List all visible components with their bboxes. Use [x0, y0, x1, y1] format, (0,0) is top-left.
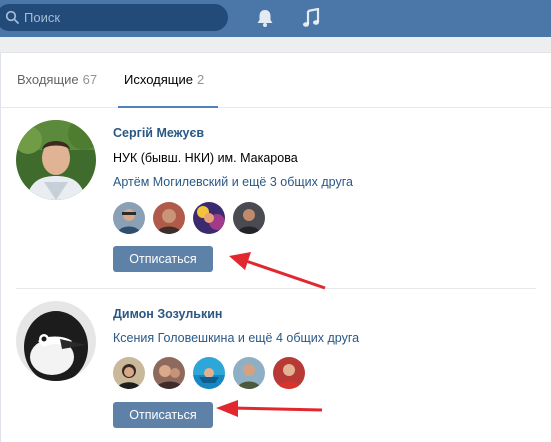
tab-incoming-label: Входящие: [17, 72, 79, 87]
avatar[interactable]: [16, 301, 96, 381]
search-input[interactable]: Поиск: [0, 4, 228, 31]
friend-avatar[interactable]: [153, 202, 185, 234]
tab-outgoing[interactable]: Исходящие 2: [124, 72, 204, 87]
music-icon[interactable]: [302, 8, 320, 28]
friend-avatar[interactable]: [193, 357, 225, 389]
search-icon: [5, 10, 19, 24]
mutual-friends-link[interactable]: Ксения Головешкина и ещё 4 общих друга: [113, 331, 359, 345]
top-bar: Поиск: [0, 0, 551, 37]
friend-avatar[interactable]: [233, 202, 265, 234]
friend-avatar[interactable]: [273, 357, 305, 389]
annotation-arrow: [216, 400, 323, 417]
tab-outgoing-label: Исходящие: [124, 72, 193, 87]
mutual-friends-link[interactable]: Артём Могилевский и ещё 3 общих друга: [113, 175, 353, 189]
tabs-bar: Входящие 67 Исходящие 2: [0, 52, 551, 108]
friend-avatar[interactable]: [153, 357, 185, 389]
annotation-arrow: [229, 252, 326, 290]
search-placeholder: Поиск: [24, 10, 61, 25]
unsubscribe-button[interactable]: Отписаться: [113, 402, 213, 428]
tab-outgoing-count: 2: [196, 72, 205, 87]
person-info: НУК (бывш. НКИ) им. Макарова: [113, 151, 298, 165]
avatar-photo: [16, 120, 96, 200]
avatar-photo: [16, 301, 96, 381]
avatar[interactable]: [16, 120, 96, 200]
person-name[interactable]: Димон Зозулькин: [113, 307, 222, 321]
tab-incoming[interactable]: Входящие 67: [17, 72, 97, 87]
tab-incoming-count: 67: [82, 72, 98, 87]
friend-avatar[interactable]: [113, 357, 145, 389]
friend-avatar[interactable]: [113, 202, 145, 234]
bell-icon[interactable]: [255, 8, 275, 28]
active-tab-indicator: [118, 106, 218, 108]
unsubscribe-button[interactable]: Отписаться: [113, 246, 213, 272]
requests-card: [0, 52, 551, 442]
friend-avatar[interactable]: [193, 202, 225, 234]
person-name[interactable]: Сергій Межуєв: [113, 126, 204, 140]
friend-avatar[interactable]: [233, 357, 265, 389]
